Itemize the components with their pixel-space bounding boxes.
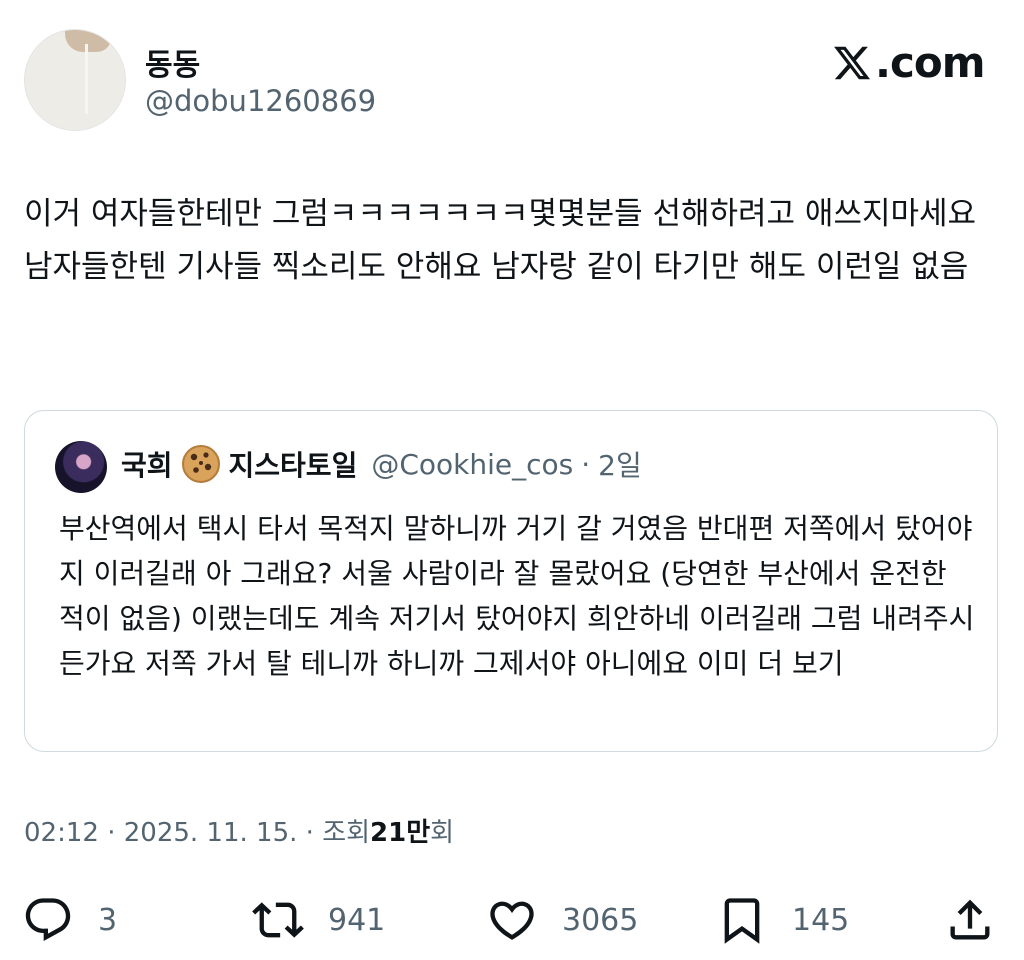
tweet-text: 이거 여자들한테만 그럼ㅋㅋㅋㅋㅋㅋㅋ몇몇분들 선해하려고 애쓰지마세요 남자들… bbox=[24, 196, 977, 285]
share-button[interactable] bbox=[944, 890, 1020, 950]
like-icon bbox=[490, 901, 534, 940]
author-handle[interactable]: @dobu1260869 bbox=[145, 84, 376, 118]
quote-age[interactable]: 2일 bbox=[598, 444, 642, 484]
meta-separator: · bbox=[305, 818, 314, 848]
bookmark-icon bbox=[724, 898, 760, 944]
reply-icon bbox=[25, 898, 71, 942]
views-suffix: 회 bbox=[430, 818, 455, 848]
share-icon bbox=[950, 899, 990, 940]
quote-separator: · bbox=[581, 447, 591, 481]
like-count: 3065 bbox=[562, 902, 639, 938]
quote-display-name[interactable]: 국희 bbox=[121, 444, 173, 484]
quote-avatar[interactable] bbox=[55, 441, 107, 493]
brand-label: .com bbox=[875, 38, 985, 87]
author-avatar[interactable] bbox=[24, 29, 126, 131]
bookmark-count: 145 bbox=[792, 902, 850, 938]
quote-text: 부산역에서 택시 타서 목적지 말하니까 거기 갈 거였음 반대편 저쪽에서 탔… bbox=[59, 512, 975, 680]
tweet-meta: 02:12 · 2025. 11. 15. · 조회21만회 bbox=[24, 812, 454, 849]
like-button[interactable]: 3065 bbox=[486, 890, 638, 950]
views-label: 조회 bbox=[322, 818, 371, 848]
quote-handle[interactable]: @Cookhie_cos bbox=[371, 448, 573, 481]
quote-header: 국희 지스타토일 @Cookhie_cos · 2일 bbox=[121, 444, 642, 484]
brand-watermark: .com bbox=[832, 38, 985, 87]
x-logo-icon bbox=[834, 46, 871, 79]
repost-button[interactable]: 941 bbox=[252, 890, 385, 950]
cookie-icon bbox=[181, 445, 220, 483]
repost-count: 941 bbox=[328, 902, 386, 938]
author-display-name[interactable]: 동동 bbox=[145, 40, 200, 84]
quoted-tweet[interactable]: 국희 지스타토일 @Cookhie_cos · 2일 부산역에서 택시 타서 목… bbox=[24, 410, 998, 752]
bookmark-button[interactable]: 145 bbox=[716, 890, 849, 950]
quote-name-suffix[interactable]: 지스타토일 bbox=[229, 444, 358, 484]
repost-icon bbox=[252, 902, 304, 938]
views-count: 21만 bbox=[370, 818, 431, 848]
reply-count: 3 bbox=[98, 902, 118, 938]
reply-button[interactable]: 3 bbox=[22, 890, 117, 950]
meta-separator: · bbox=[107, 818, 116, 848]
tweet-time[interactable]: 02:12 bbox=[24, 818, 99, 848]
tweet-date[interactable]: 2025. 11. 15. bbox=[124, 818, 298, 848]
